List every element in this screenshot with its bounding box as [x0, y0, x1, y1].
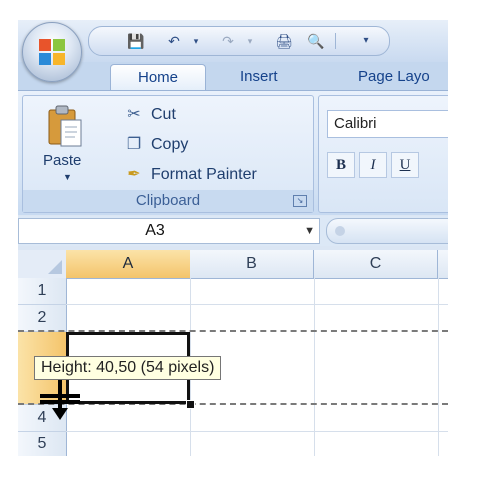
formula-bar-resize-handle[interactable] — [326, 218, 448, 244]
select-all-corner[interactable] — [18, 250, 67, 279]
clipboard-dialog-launcher-icon[interactable]: ↘ — [293, 195, 307, 207]
paintbrush-icon: ✒ — [127, 166, 141, 183]
italic-button[interactable]: I — [359, 152, 387, 178]
ribbon-tabs: Home Insert Page Layo — [18, 62, 448, 91]
formula-bar: A3 ▼ — [18, 216, 448, 246]
select-all-icon — [48, 260, 62, 274]
dot-icon — [335, 226, 345, 236]
clipboard-group-label: Clipboard — [23, 190, 313, 212]
format-painter-button[interactable]: ✒ Format Painter — [123, 162, 257, 188]
ribbon: Paste ▼ ✂ Cut ❐ Copy ✒ Format Painter Clipb… — [18, 90, 448, 215]
copy-button[interactable]: ❐ Copy — [123, 132, 189, 158]
font-group: Calibri B I U — [318, 95, 448, 213]
row-header-2[interactable]: 2 — [18, 305, 67, 332]
qat-separator — [335, 33, 336, 49]
cut-button[interactable]: ✂ Cut — [123, 102, 176, 128]
print-icon[interactable]: 🖨 — [273, 31, 295, 51]
scissors-icon: ✂ — [127, 106, 141, 123]
font-name-box[interactable]: Calibri — [327, 110, 448, 138]
underline-button[interactable]: U — [391, 152, 419, 178]
redo-icon[interactable]: ↷ — [217, 31, 239, 51]
office-logo-icon — [39, 39, 65, 65]
name-box-value: A3 — [145, 222, 165, 239]
paste-button[interactable]: Paste — [43, 152, 81, 169]
undo-icon[interactable]: ↶ — [163, 31, 185, 51]
clipboard-group: Paste ▼ ✂ Cut ❐ Copy ✒ Format Painter Clipb… — [22, 95, 314, 213]
column-header-a[interactable]: A — [66, 250, 191, 279]
column-header-b[interactable]: B — [190, 250, 314, 279]
customize-dropdown-icon[interactable]: ▾ — [355, 31, 377, 51]
excel-window: 💾 ↶ ▾ ↷ ▾ 🖨 🔍 ▾ Home Insert Page Layo Pa… — [18, 20, 448, 456]
worksheet-grid[interactable]: A B C 1 2 3 4 5 Height: 40,50 (54 pixels… — [18, 250, 448, 456]
copy-icon: ❐ — [126, 136, 142, 153]
print-preview-icon[interactable]: 🔍 — [305, 31, 327, 51]
column-header-c[interactable]: C — [314, 250, 438, 279]
fill-handle[interactable] — [186, 400, 195, 409]
row-height-tooltip: Height: 40,50 (54 pixels) — [34, 356, 222, 380]
undo-dropdown-icon[interactable]: ▾ — [185, 31, 207, 51]
row-header-5[interactable]: 5 — [18, 432, 67, 456]
copy-label: Copy — [151, 136, 189, 153]
name-box[interactable]: A3 ▼ — [18, 218, 320, 244]
bold-button[interactable]: B — [327, 152, 355, 178]
redo-dropdown-icon[interactable]: ▾ — [239, 31, 261, 51]
quick-access-toolbar: 💾 ↶ ▾ ↷ ▾ 🖨 🔍 ▾ — [88, 26, 390, 56]
tab-insert[interactable]: Insert — [230, 64, 288, 90]
column-header-d-partial[interactable] — [438, 250, 448, 279]
gridline — [66, 304, 448, 305]
name-box-dropdown-icon[interactable]: ▼ — [304, 219, 315, 243]
gridline — [66, 431, 448, 432]
row-header-1[interactable]: 1 — [18, 278, 67, 305]
paste-icon[interactable] — [45, 104, 83, 148]
title-bar: 💾 ↶ ▾ ↷ ▾ 🖨 🔍 ▾ — [18, 20, 448, 62]
save-icon[interactable]: 💾 — [125, 31, 147, 51]
paste-dropdown-icon[interactable]: ▼ — [63, 172, 72, 182]
office-button[interactable] — [22, 22, 82, 82]
format-painter-label: Format Painter — [151, 166, 257, 183]
tab-page-layout[interactable]: Page Layo — [348, 64, 440, 90]
cut-label: Cut — [151, 106, 176, 123]
tab-home[interactable]: Home — [110, 64, 206, 91]
